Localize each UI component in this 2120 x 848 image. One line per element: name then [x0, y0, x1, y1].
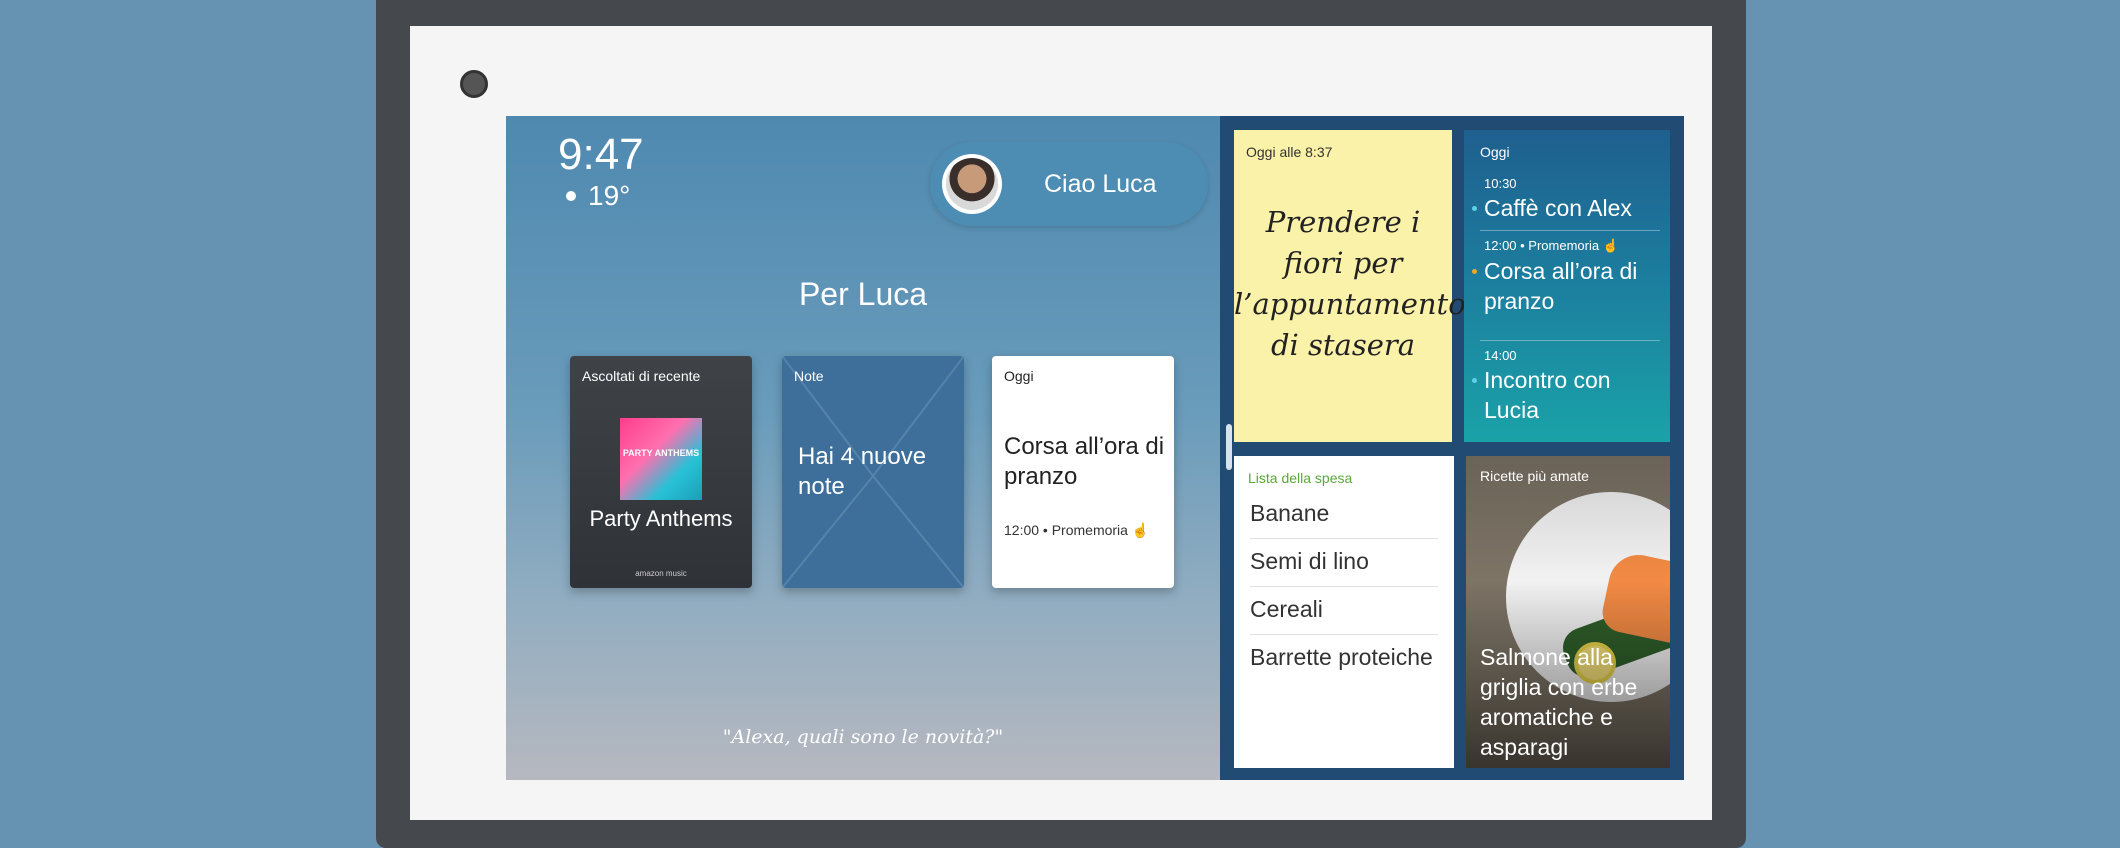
widgets-pane: Oggi alle 8:37 Prendere i fiori per l’ap…: [1220, 116, 1684, 780]
album-art-text: PARTY ANTHEMS: [622, 448, 700, 458]
reminder-time: 12:00 • Promemoria: [1004, 522, 1128, 538]
divider: [1250, 634, 1438, 635]
card-header: Note: [794, 368, 824, 384]
recipe-widget[interactable]: Ricette più amate Salmone alla griglia c…: [1466, 456, 1670, 768]
divider: [1480, 340, 1660, 341]
list-item[interactable]: Cereali: [1250, 594, 1438, 624]
event-time: 14:00: [1484, 348, 1517, 363]
agenda-event[interactable]: 12:00 • Promemoria ☝ Corsa all’ora di pr…: [1472, 238, 1660, 316]
for-you-title: Per Luca: [798, 276, 928, 312]
playlist-title: Party Anthems: [589, 506, 733, 531]
sticky-note-widget[interactable]: Oggi alle 8:37 Prendere i fiori per l’ap…: [1234, 130, 1466, 442]
event-time: 12:00 • Promemoria ☝: [1484, 238, 1619, 253]
greeting-text: Ciao Luca: [1044, 170, 1157, 198]
event-name: Caffè con Alex: [1472, 193, 1660, 223]
card-header: Ascoltati di recente: [582, 368, 701, 384]
event-name: Incontro con Lucia: [1472, 365, 1660, 425]
card-header: Oggi: [1004, 368, 1034, 384]
clock-time: 9:47: [558, 130, 644, 179]
device-bezel: 9:47 19° Ciao Luca Per Luca Ascoltati di…: [410, 26, 1712, 820]
notes-card[interactable]: Note Hai 4 nuove note: [782, 356, 964, 588]
recipe-header: Ricette più amate: [1480, 468, 1589, 484]
screen: 9:47 19° Ciao Luca Per Luca Ascoltati di…: [506, 116, 1684, 780]
echo-show-device: 9:47 19° Ciao Luca Per Luca Ascoltati di…: [376, 0, 1746, 848]
recent-music-card[interactable]: Ascoltati di recente PARTY ANTHEMS Party…: [570, 356, 752, 588]
amazon-music-logo: amazon music: [635, 569, 687, 578]
event-time: 10:30: [1484, 176, 1517, 191]
divider: [1250, 586, 1438, 587]
album-art: PARTY ANTHEMS: [620, 418, 702, 500]
list-item[interactable]: Barrette proteiche: [1250, 642, 1438, 672]
hand-pointer-icon: ☝: [1602, 238, 1619, 253]
home-pane: 9:47 19° Ciao Luca Per Luca Ascoltati di…: [506, 116, 1220, 780]
shopping-list-widget[interactable]: Lista della spesa Banane Semi di lino Ce…: [1234, 456, 1454, 768]
agenda-header: Oggi: [1480, 144, 1510, 160]
list-item[interactable]: Banane: [1250, 498, 1438, 528]
agenda-event[interactable]: 14:00 Incontro con Lucia: [1472, 348, 1660, 425]
agenda-event[interactable]: 10:30 Caffè con Alex: [1472, 176, 1660, 223]
divider: [1250, 538, 1438, 539]
user-avatar: [942, 154, 1002, 214]
sticky-note-header: Oggi alle 8:37: [1246, 144, 1333, 160]
temperature: 19°: [588, 180, 631, 211]
today-card[interactable]: Oggi Corsa all’ora di pranzo 12:00 • Pro…: [992, 356, 1174, 588]
reminder-text: Corsa all’ora di pranzo: [1004, 433, 1165, 490]
shopping-list-header: Lista della spesa: [1248, 470, 1353, 486]
sticky-note-text: Prendere i fiori per l’appuntamento di s…: [1234, 205, 1466, 362]
event-name: Corsa all’ora di pranzo: [1472, 256, 1660, 316]
agenda-widget[interactable]: Oggi 10:30 Caffè con Alex 12:00 • Promem…: [1464, 130, 1670, 442]
voice-hint: "Alexa, quali sono le novità?": [722, 726, 1004, 748]
moon-icon: [566, 191, 576, 201]
camera-icon: [460, 70, 488, 98]
pane-drag-handle[interactable]: [1226, 424, 1232, 470]
weather[interactable]: 19°: [566, 180, 630, 212]
notes-text: Hai 4 nuove note: [798, 443, 927, 500]
reminder-sub: 12:00 • Promemoria ☝: [1004, 522, 1149, 539]
list-item[interactable]: Semi di lino: [1250, 546, 1438, 576]
recipe-title: Salmone alla griglia con erbe aromatiche…: [1480, 644, 1638, 760]
greeting-pill[interactable]: Ciao Luca: [930, 142, 1208, 226]
hand-pointer-icon: ☝: [1131, 522, 1150, 538]
divider: [1480, 230, 1660, 231]
